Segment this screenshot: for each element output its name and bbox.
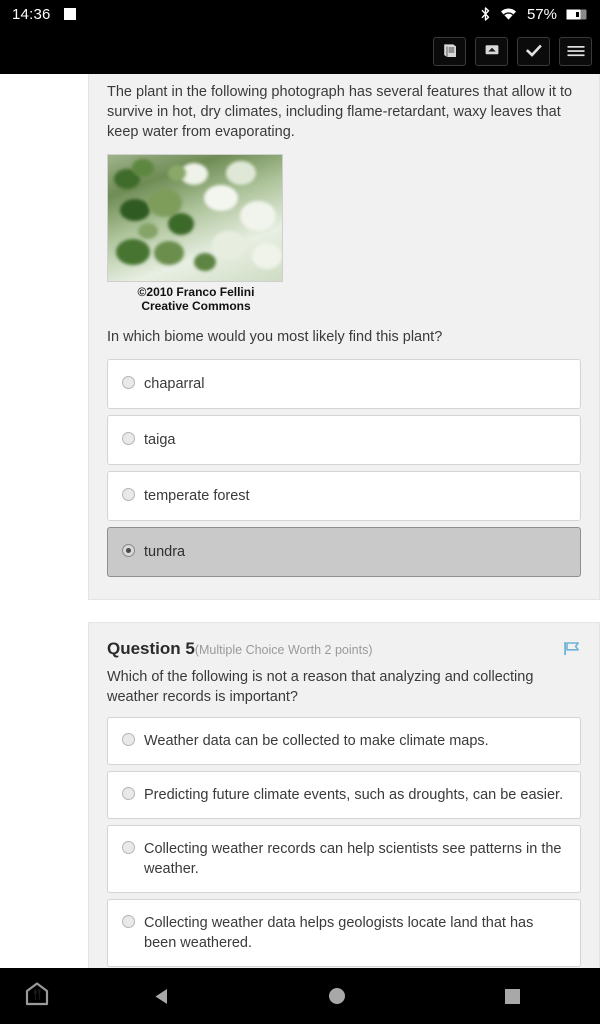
- option-row[interactable]: Collecting weather records can help scie…: [107, 825, 581, 893]
- question-card-5: Question 5(Multiple Choice Worth 2 point…: [88, 622, 600, 968]
- option-label: chaparral: [144, 376, 205, 392]
- option-row[interactable]: Weather data can be collected to make cl…: [107, 717, 581, 765]
- option-row[interactable]: temperate forest: [107, 471, 581, 521]
- home-button[interactable]: [249, 988, 424, 1004]
- check-icon: [525, 42, 543, 60]
- radio-icon[interactable]: [122, 915, 135, 928]
- home-badge-button[interactable]: [0, 981, 74, 1012]
- option-label: taiga: [144, 432, 176, 448]
- option-row[interactable]: Collecting weather data helps geologists…: [107, 899, 581, 967]
- radio-icon[interactable]: [122, 376, 135, 389]
- radio-icon[interactable]: [122, 733, 135, 746]
- question-5-number: Question 5: [107, 639, 195, 658]
- menu-icon: [566, 43, 586, 59]
- question-card-4: The plant in the following photograph ha…: [88, 74, 600, 600]
- question-5-stem: Which of the following is not a reason t…: [107, 669, 534, 705]
- battery-icon: [566, 8, 588, 21]
- radio-icon[interactable]: [122, 787, 135, 800]
- recents-button[interactable]: [425, 988, 600, 1004]
- option-label: tundra: [144, 544, 186, 560]
- radio-icon-selected[interactable]: [122, 544, 135, 557]
- question-column: The plant in the following photograph ha…: [88, 74, 600, 968]
- option-label: temperate forest: [144, 488, 250, 504]
- back-icon: [153, 987, 171, 1006]
- flag-question-button[interactable]: [562, 637, 581, 658]
- radio-icon[interactable]: [122, 488, 135, 501]
- option-label: Collecting weather records can help scie…: [144, 841, 562, 877]
- question-4-prompt: In which biome would you most likely fin…: [107, 329, 443, 345]
- option-label: Predicting future climate events, such a…: [144, 787, 564, 803]
- flag-icon: [562, 642, 581, 662]
- check-icon-button[interactable]: [517, 36, 550, 66]
- photo-caption-line-2: Creative Commons: [141, 299, 251, 313]
- home-badge-icon: [25, 981, 49, 1012]
- photo-caption: ©2010 Franco Fellini Creative Commons: [107, 282, 285, 313]
- question-5-header: Question 5(Multiple Choice Worth 2 point…: [107, 637, 581, 659]
- app-toolbar: [0, 28, 600, 74]
- plant-photograph: [107, 154, 283, 282]
- question-4-figure: ©2010 Franco Fellini Creative Commons: [107, 142, 581, 313]
- option-row[interactable]: taiga: [107, 415, 581, 465]
- book-icon-button[interactable]: [433, 36, 466, 66]
- question-4-options: chaparral taiga temperate forest tundra: [107, 349, 581, 577]
- recents-square-icon: [504, 988, 520, 1004]
- status-bar: 14:36 57%: [0, 0, 600, 28]
- inbox-icon: [483, 42, 501, 60]
- stop-indicator-icon: [63, 8, 76, 20]
- photo-caption-line-1: ©2010 Franco Fellini: [137, 285, 255, 299]
- battery-percent: 57%: [526, 5, 557, 23]
- bluetooth-icon: [480, 6, 491, 22]
- radio-icon[interactable]: [122, 841, 135, 854]
- android-nav-bar: [0, 968, 600, 1024]
- status-time: 14:36: [12, 5, 51, 23]
- question-5-options: Weather data can be collected to make cl…: [107, 707, 581, 967]
- wifi-icon: [500, 7, 517, 21]
- option-row[interactable]: Predicting future climate events, such a…: [107, 771, 581, 819]
- option-label: Weather data can be collected to make cl…: [144, 733, 489, 749]
- home-circle-icon: [328, 988, 345, 1004]
- question-4-stem: The plant in the following photograph ha…: [107, 84, 573, 140]
- option-label: Collecting weather data helps geologists…: [144, 915, 534, 951]
- inbox-icon-button[interactable]: [475, 36, 508, 66]
- question-5-meta: (Multiple Choice Worth 2 points): [194, 643, 373, 657]
- radio-icon[interactable]: [122, 432, 135, 445]
- quiz-scroll-area[interactable]: The plant in the following photograph ha…: [0, 74, 600, 968]
- question-5-title: Question 5(Multiple Choice Worth 2 point…: [107, 637, 372, 659]
- option-row-selected[interactable]: tundra: [107, 527, 581, 577]
- back-button[interactable]: [74, 987, 249, 1006]
- book-icon: [441, 42, 459, 60]
- status-icons: 57%: [480, 6, 588, 23]
- menu-icon-button[interactable]: [559, 36, 592, 66]
- option-row[interactable]: chaparral: [107, 359, 581, 409]
